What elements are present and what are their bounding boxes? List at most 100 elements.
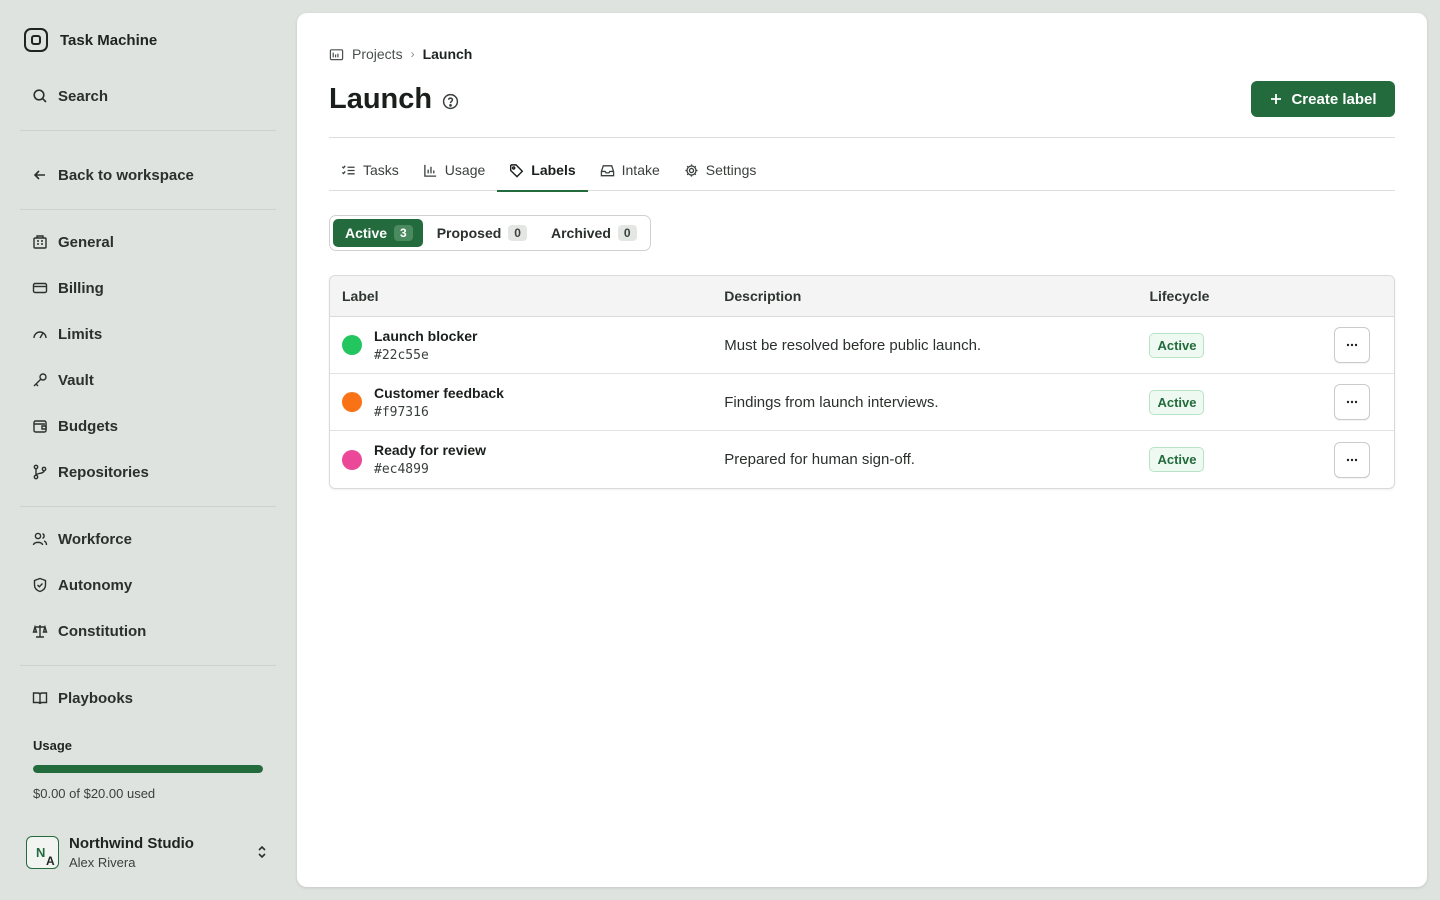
sidebar-item-workforce[interactable]: Workforce xyxy=(20,521,276,557)
filter-label: Active xyxy=(345,225,388,241)
tab-label: Labels xyxy=(531,162,576,178)
column-header-lifecycle: Lifecycle xyxy=(1149,288,1210,304)
sidebar-item-vault[interactable]: Vault xyxy=(20,362,276,398)
back-to-workspace-link[interactable]: Back to workspace xyxy=(20,157,276,193)
tab-label: Tasks xyxy=(363,162,399,178)
help-circle-icon[interactable] xyxy=(442,93,459,110)
sidebar: Task Machine Search Back to workspace Ge… xyxy=(0,0,297,900)
page-title-row: Launch xyxy=(329,83,459,116)
status-badge: Active xyxy=(1149,332,1205,358)
inbox-icon xyxy=(600,164,614,176)
tab-labels[interactable]: Labels xyxy=(497,149,588,192)
label-cell: Customer feedback #f97316 xyxy=(330,385,724,420)
sidebar-item-budgets[interactable]: Budgets xyxy=(20,408,276,444)
sidebar-item-label: Billing xyxy=(58,279,104,297)
tab-label: Intake xyxy=(621,162,660,178)
tab-usage[interactable]: Usage xyxy=(411,149,497,191)
account-switcher[interactable]: N A Northwind Studio Alex Rivera xyxy=(26,832,276,872)
label-color-dot xyxy=(342,392,362,412)
filter-proposed[interactable]: Proposed 0 xyxy=(425,219,537,247)
row-actions-button[interactable] xyxy=(1334,441,1371,478)
wallet-icon xyxy=(33,420,47,433)
filter-count-badge: 0 xyxy=(508,225,527,241)
chevron-right-icon: › xyxy=(410,47,415,61)
label-hex: #ec4899 xyxy=(374,462,429,477)
tab-settings[interactable]: Settings xyxy=(672,149,769,191)
sidebar-divider xyxy=(20,506,276,507)
avatar-letter: N xyxy=(36,844,46,860)
status-badge: Active xyxy=(1149,389,1205,415)
tab-label: Usage xyxy=(444,162,486,178)
lifecycle-cell: Active xyxy=(1149,389,1334,415)
sidebar-item-playbooks[interactable]: Playbooks xyxy=(20,680,276,716)
usage-panel: Usage $0.00 of $20.00 used xyxy=(33,738,263,801)
filter-label: Proposed xyxy=(436,225,502,241)
brand[interactable]: Task Machine xyxy=(24,28,157,52)
book-icon xyxy=(32,692,48,705)
breadcrumb-projects-link[interactable]: Projects xyxy=(352,46,403,62)
table-row: Ready for review #ec4899 Prepared for hu… xyxy=(330,431,1394,488)
label-description: Must be resolved before public launch. xyxy=(724,336,982,354)
sidebar-item-label: Limits xyxy=(58,325,103,343)
users-icon xyxy=(32,532,48,546)
sidebar-item-label: Vault xyxy=(58,371,94,389)
sidebar-item-label: Autonomy xyxy=(58,576,133,594)
sidebar-item-limits[interactable]: Limits xyxy=(20,316,276,352)
column-header-label: Label xyxy=(342,288,379,304)
sidebar-item-billing[interactable]: Billing xyxy=(20,270,276,306)
usage-title: Usage xyxy=(33,738,73,753)
list-check-icon xyxy=(341,164,355,174)
filter-archived[interactable]: Archived 0 xyxy=(539,219,647,247)
row-actions-button[interactable] xyxy=(1334,327,1371,363)
sidebar-item-label: Budgets xyxy=(58,417,118,435)
label-name: Ready for review xyxy=(374,442,487,458)
account-org: Northwind Studio xyxy=(69,834,194,852)
sidebar-item-general[interactable]: General xyxy=(20,224,276,260)
label-name: Customer feedback xyxy=(374,384,504,401)
tag-icon xyxy=(510,163,524,178)
label-description: Prepared for human sign-off. xyxy=(724,451,915,468)
breadcrumb: Projects › Launch xyxy=(329,46,472,62)
chevron-up-down-icon xyxy=(258,845,266,859)
tab-label: Settings xyxy=(705,162,757,178)
shield-check-icon xyxy=(33,577,47,593)
usage-progress-bar xyxy=(33,765,263,773)
sidebar-item-constitution[interactable]: Constitution xyxy=(20,613,276,649)
tab-intake[interactable]: Intake xyxy=(588,149,672,191)
actions-cell xyxy=(1334,384,1394,420)
row-actions-button[interactable] xyxy=(1334,384,1371,420)
label-hex: #22c55e xyxy=(374,347,429,363)
filter-count-badge: 3 xyxy=(394,225,413,241)
more-horizontal-icon xyxy=(1346,458,1358,461)
usage-progress-fill xyxy=(33,765,263,773)
page-title: Launch xyxy=(329,83,433,115)
more-horizontal-icon xyxy=(1346,343,1358,347)
actions-cell xyxy=(1334,327,1394,363)
filter-count-badge: 0 xyxy=(617,225,637,241)
filter-label: Archived xyxy=(550,225,611,241)
bar-chart-icon xyxy=(424,164,436,177)
create-label-text: Create label xyxy=(1291,90,1377,108)
account-user: Alex Rivera xyxy=(69,854,136,870)
sidebar-item-label: Constitution xyxy=(58,622,147,640)
key-icon xyxy=(33,373,47,387)
sidebar-item-autonomy[interactable]: Autonomy xyxy=(20,567,276,603)
sidebar-divider xyxy=(20,665,276,666)
sidebar-divider xyxy=(20,209,276,210)
sidebar-item-repositories[interactable]: Repositories xyxy=(20,454,276,490)
label-color-dot xyxy=(342,449,362,470)
tab-tasks[interactable]: Tasks xyxy=(329,149,411,191)
arrow-left-icon xyxy=(33,170,45,180)
label-cell: Ready for review #ec4899 xyxy=(330,442,724,477)
plus-icon xyxy=(1271,94,1282,104)
search-button[interactable]: Search xyxy=(20,78,276,114)
label-hex: #f97316 xyxy=(374,404,429,420)
create-label-button[interactable]: Create label xyxy=(1251,81,1395,117)
git-branch-icon xyxy=(33,464,47,480)
lifecycle-filter: Active 3 Proposed 0 Archived 0 xyxy=(329,215,651,251)
search-label: Search xyxy=(58,87,109,105)
filter-active[interactable]: Active 3 xyxy=(333,219,423,247)
lifecycle-cell: Active xyxy=(1149,332,1334,358)
building-icon xyxy=(33,235,47,249)
search-icon xyxy=(33,89,47,103)
